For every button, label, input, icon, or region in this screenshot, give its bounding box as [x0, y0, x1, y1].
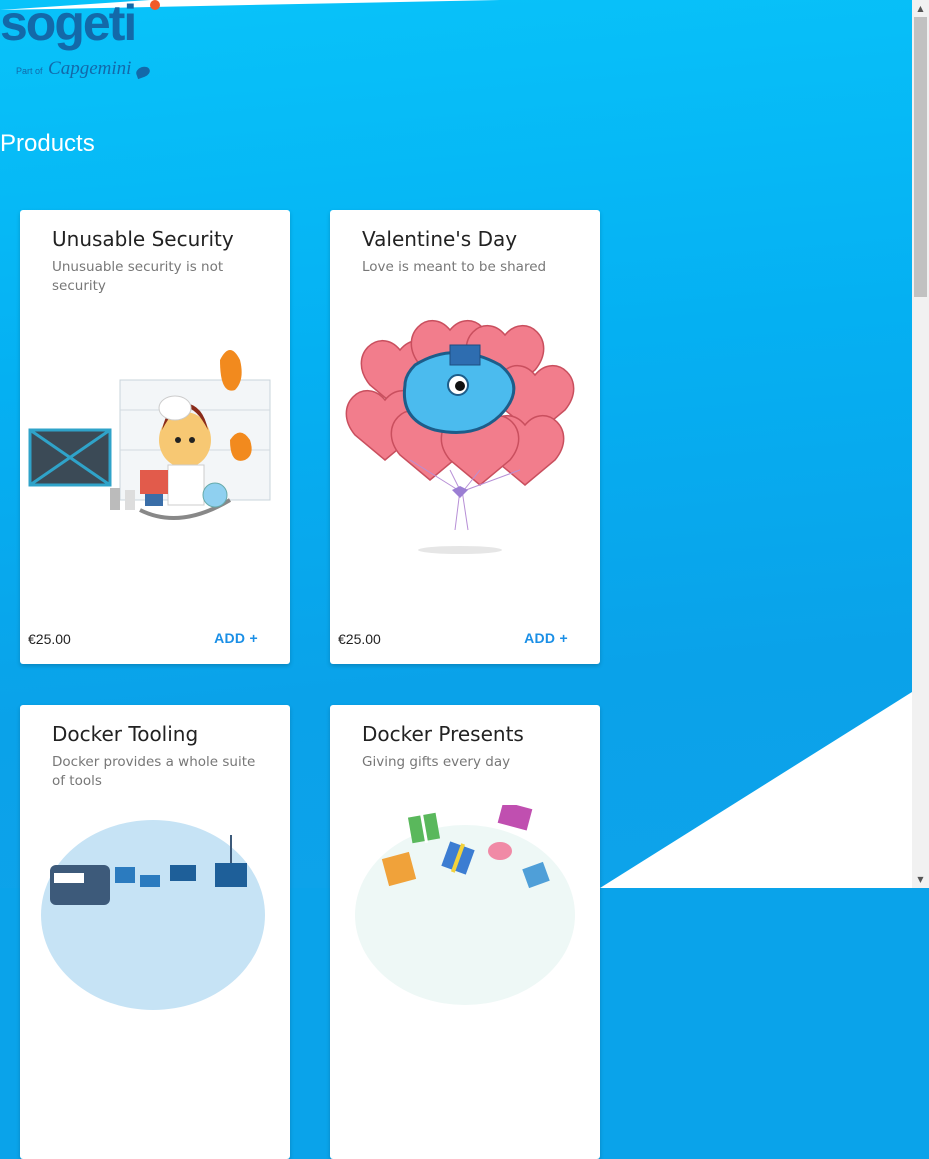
logo-wordmark: sogeti: [0, 0, 137, 51]
logo[interactable]: sogeti Part of Capgemini: [0, 0, 170, 90]
product-card: Docker Presents Giving gifts every day: [330, 705, 600, 1159]
logo-dot: [150, 0, 160, 10]
product-card: Valentine's Day Love is meant to be shar…: [330, 210, 600, 664]
product-card: Unusable Security Unusuable security is …: [20, 210, 290, 664]
product-title: Valentine's Day: [362, 227, 518, 251]
vertical-scrollbar[interactable]: ▲ ▼: [912, 0, 929, 888]
product-price: €25.00: [338, 631, 381, 647]
logo-parent: Capgemini: [48, 58, 132, 79]
product-title: Docker Tooling: [52, 722, 199, 746]
product-description: Giving gifts every day: [362, 754, 511, 770]
product-description: Docker provides a whole suite of tools: [52, 754, 256, 789]
scrollbar-thumb[interactable]: [914, 17, 927, 297]
product-title: Docker Presents: [362, 722, 524, 746]
scroll-up-arrow-icon[interactable]: ▲: [912, 0, 929, 17]
page-title: Products: [0, 130, 95, 157]
product-card: Docker Tooling Docker provides a whole s…: [20, 705, 290, 1159]
product-price: €25.00: [28, 631, 71, 647]
scroll-down-arrow-icon[interactable]: ▼: [912, 871, 929, 888]
product-image-valentine: [345, 319, 575, 554]
logo-tagline: Part of Capgemini: [16, 58, 152, 80]
add-to-cart-button[interactable]: ADD +: [214, 630, 258, 646]
capgemini-spade-icon: [134, 64, 152, 79]
logo-part-of: Part of: [16, 66, 43, 76]
add-to-cart-button[interactable]: ADD +: [524, 630, 568, 646]
product-description: Love is meant to be shared: [362, 259, 547, 275]
product-image-security: [28, 350, 271, 520]
product-image-presents: [355, 805, 575, 1005]
product-description: Unusuable security is not security: [52, 259, 224, 294]
product-title: Unusable Security: [52, 227, 234, 251]
product-image-tooling: [41, 820, 265, 1010]
